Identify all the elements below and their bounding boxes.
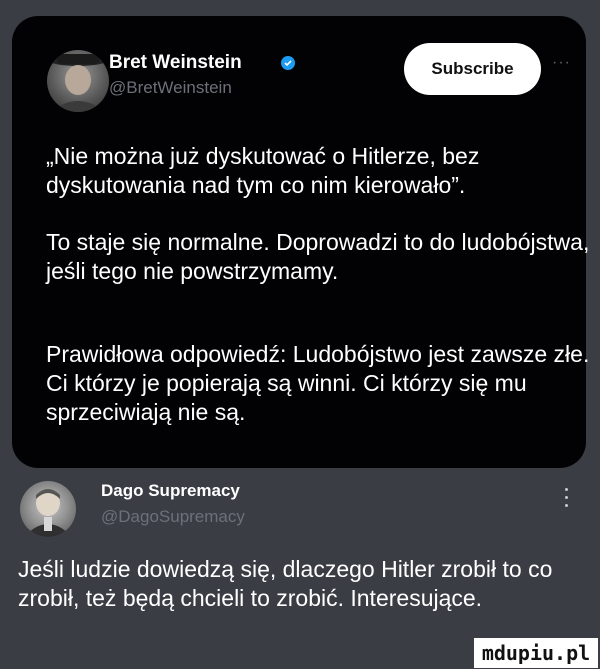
reply-author-name[interactable]: Dago Supremacy [101, 481, 240, 501]
dago-avatar[interactable] [20, 481, 76, 537]
site-watermark: mdupiu.pl [474, 638, 598, 668]
tweet-paragraph-2: To staje się normalne. Doprowadzi to do … [46, 229, 590, 284]
tweet-paragraph-3: Prawidłowa odpowiedź: Ludobójstwo jest z… [46, 341, 590, 425]
more-options-icon[interactable]: ··· [552, 54, 571, 72]
bret-avatar[interactable] [47, 50, 109, 112]
reply-author-handle[interactable]: @DagoSupremacy [101, 507, 245, 527]
quoted-tweet-card: Bret Weinstein @BretWeinstein Subscribe … [12, 16, 589, 468]
author-handle[interactable]: @BretWeinstein [109, 78, 232, 98]
reply-more-options-icon[interactable] [564, 488, 570, 514]
subscribe-button[interactable]: Subscribe [404, 43, 541, 95]
reply-text: Jeśli ludzie dowiedzą się, dlaczego Hitl… [18, 556, 553, 611]
tweet-paragraph-1: „Nie można już dyskutować o Hitlerze, be… [46, 143, 480, 198]
verified-badge-icon [281, 56, 295, 70]
author-name[interactable]: Bret Weinstein [109, 52, 242, 74]
